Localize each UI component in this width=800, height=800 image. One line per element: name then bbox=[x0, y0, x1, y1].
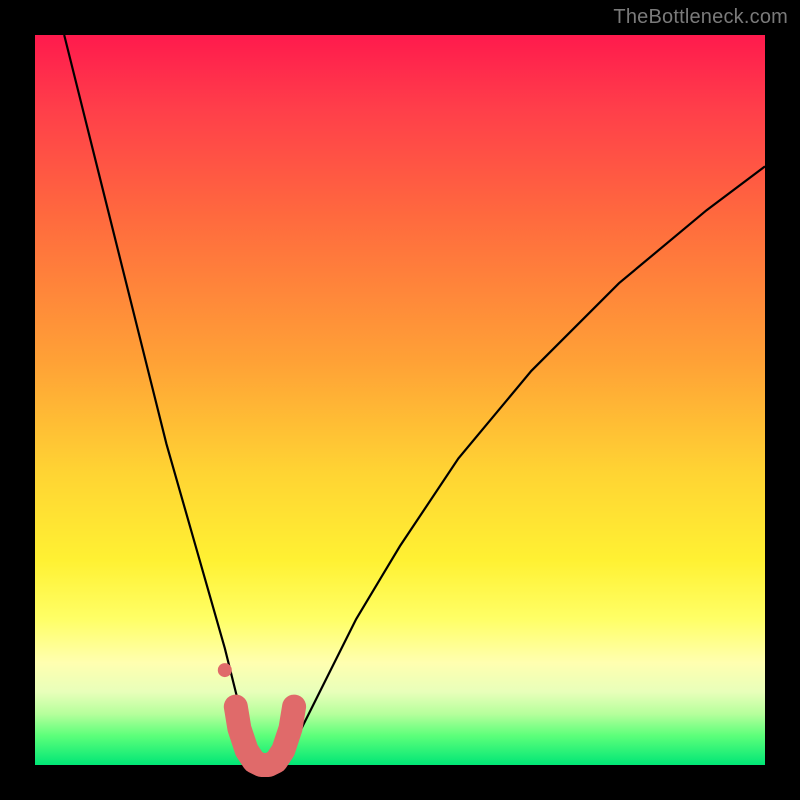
curve-layer bbox=[35, 35, 765, 765]
bottleneck-curve bbox=[64, 35, 765, 765]
highlight-floor bbox=[236, 707, 294, 765]
chart-frame: TheBottleneck.com bbox=[0, 0, 800, 800]
highlight-dot bbox=[218, 663, 232, 677]
plot-area bbox=[35, 35, 765, 765]
watermark-text: TheBottleneck.com bbox=[613, 6, 788, 29]
